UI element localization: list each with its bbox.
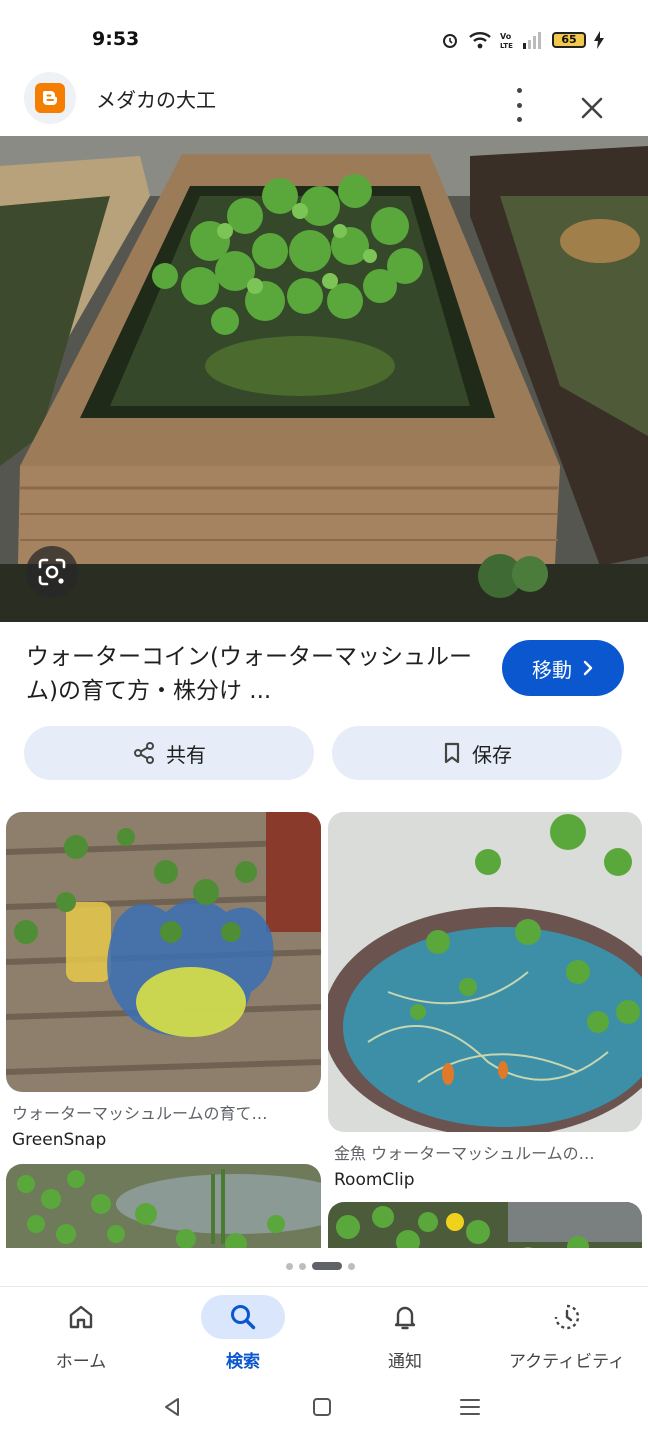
search-icon bbox=[231, 1305, 256, 1330]
nav-activity-label: アクティビティ bbox=[508, 1352, 626, 1372]
status-bar: 9:53 Vo LTE 65 bbox=[0, 0, 648, 80]
site-title: メダカの大工 bbox=[96, 88, 216, 112]
pager-dot bbox=[286, 1262, 293, 1270]
lens-icon bbox=[38, 558, 66, 586]
save-button[interactable]: 保存 bbox=[332, 726, 622, 780]
back-triangle-icon bbox=[165, 1398, 179, 1416]
blogger-icon bbox=[35, 83, 65, 113]
back-button[interactable] bbox=[152, 1392, 192, 1422]
system-nav-bar bbox=[0, 1382, 648, 1440]
blogger-logo bbox=[24, 72, 76, 124]
nav-home[interactable]: ホーム bbox=[0, 1287, 162, 1383]
recents-button[interactable] bbox=[450, 1392, 490, 1422]
bottom-nav: ホーム 検索 通知 アクティビティ bbox=[0, 1286, 648, 1382]
share-button[interactable]: 共有 bbox=[24, 726, 314, 780]
more-options-icon[interactable] bbox=[506, 88, 532, 122]
charging-icon bbox=[594, 31, 604, 49]
alarm-icon bbox=[443, 34, 457, 48]
pager-dots bbox=[286, 1262, 355, 1270]
related-images-grid: ウォーターマッシュルームの育て… GreenSnap 金魚 ウォーターマッシュル… bbox=[0, 810, 648, 1248]
volte-icon: VoLTE bbox=[500, 32, 513, 50]
lens-button[interactable] bbox=[26, 546, 78, 598]
related-caption-1[interactable]: ウォーターマッシュルームの育て… bbox=[12, 1100, 312, 1124]
nav-activity[interactable]: アクティビティ bbox=[486, 1287, 648, 1383]
wifi-icon bbox=[469, 32, 491, 49]
pager-dot bbox=[348, 1262, 355, 1270]
result-title[interactable]: ウォーターコイン(ウォーターマッシュルーム)の育て方・株分け ... bbox=[26, 640, 486, 708]
nav-search-label: 検索 bbox=[226, 1352, 260, 1372]
svg-text:Vo: Vo bbox=[500, 32, 512, 41]
home-icon bbox=[69, 1305, 93, 1329]
battery-indicator: 65 bbox=[552, 32, 586, 48]
share-label: 共有 bbox=[166, 742, 206, 767]
nav-notifications[interactable]: 通知 bbox=[324, 1287, 486, 1383]
related-image-2[interactable] bbox=[328, 812, 642, 1132]
app-header: メダカの大工 bbox=[0, 70, 648, 136]
recents-lines-icon bbox=[460, 1399, 480, 1415]
svg-text:LTE: LTE bbox=[500, 42, 513, 50]
nav-search[interactable]: 検索 bbox=[162, 1287, 324, 1383]
pager-dot bbox=[299, 1262, 306, 1270]
square-icon bbox=[313, 1398, 331, 1416]
related-image-1[interactable] bbox=[6, 812, 321, 1092]
nav-notifications-label: 通知 bbox=[388, 1352, 422, 1372]
visit-button[interactable]: 移動 bbox=[502, 640, 624, 696]
status-time: 9:53 bbox=[92, 28, 140, 50]
bookmark-icon bbox=[444, 742, 460, 764]
share-icon bbox=[134, 742, 154, 764]
status-icons: Vo LTE 65 bbox=[440, 30, 604, 50]
related-caption-2[interactable]: 金魚 ウォーターマッシュルームの… bbox=[334, 1140, 636, 1164]
activity-icon bbox=[554, 1304, 580, 1330]
related-image-3[interactable] bbox=[6, 1164, 321, 1248]
chevron-right-icon bbox=[583, 660, 593, 676]
bell-icon bbox=[394, 1306, 416, 1330]
related-image-4[interactable] bbox=[328, 1202, 642, 1248]
home-system-button[interactable] bbox=[302, 1392, 342, 1422]
visit-label: 移動 bbox=[532, 657, 572, 682]
pager-dot-active bbox=[312, 1262, 342, 1270]
related-source-2: RoomClip bbox=[334, 1170, 415, 1190]
close-icon[interactable] bbox=[574, 90, 610, 126]
result-image[interactable] bbox=[0, 136, 648, 622]
related-source-1: GreenSnap bbox=[12, 1130, 107, 1150]
signal-icon bbox=[523, 32, 541, 49]
nav-home-label: ホーム bbox=[55, 1352, 107, 1372]
save-label: 保存 bbox=[472, 742, 512, 767]
